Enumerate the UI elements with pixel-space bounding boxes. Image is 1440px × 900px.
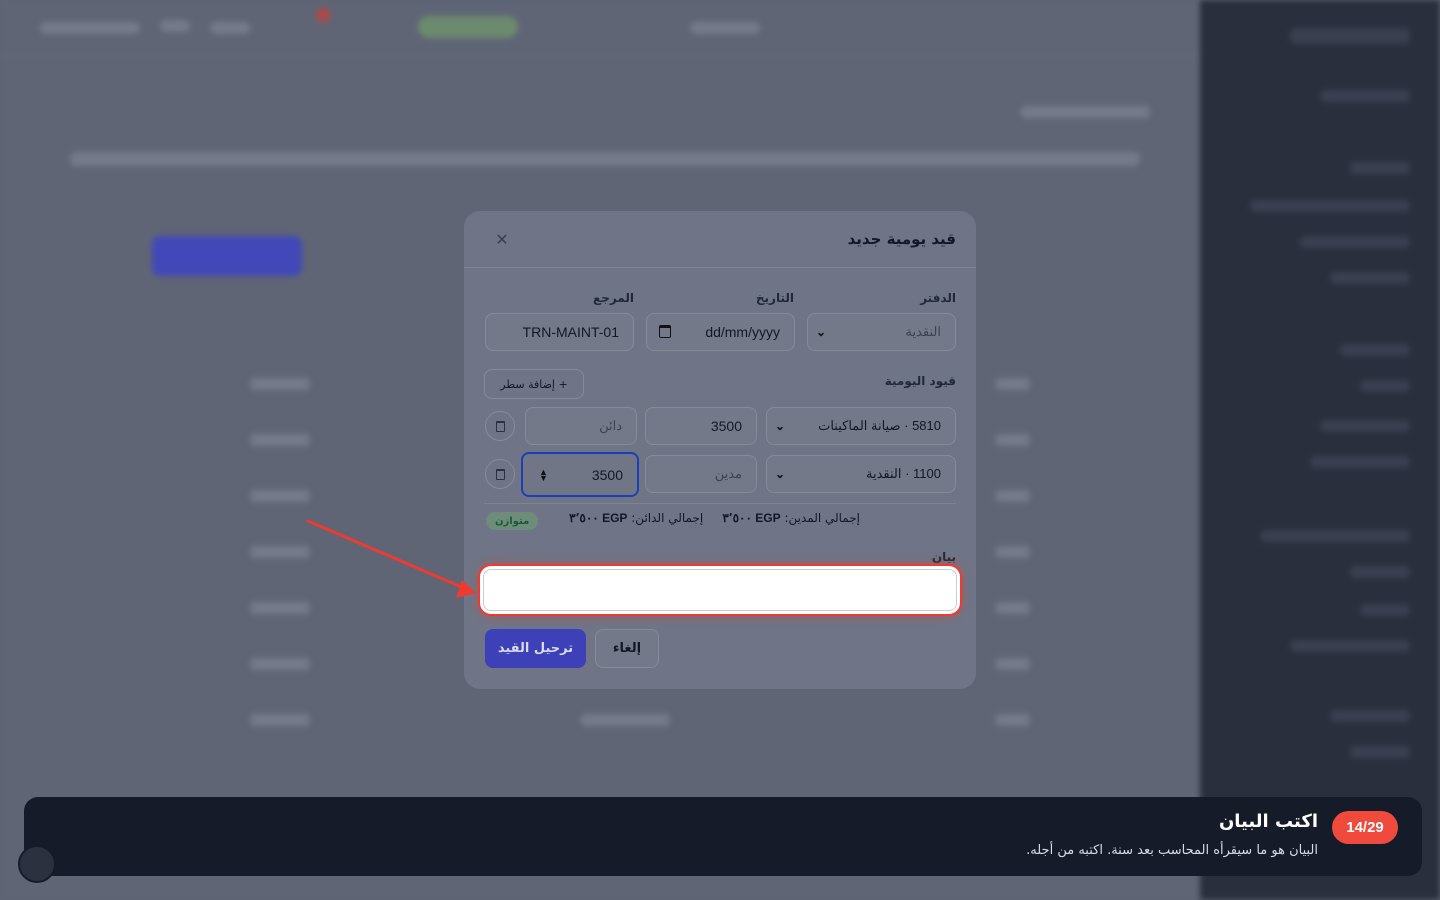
credit-input-placeholder: دائن xyxy=(599,418,622,433)
background-row xyxy=(250,658,310,670)
modal-header: قيد يومية جديد ✕ xyxy=(464,211,976,268)
credit-input-value: 3500 xyxy=(591,466,623,483)
chevron-down-icon: ⌄ xyxy=(775,419,786,433)
background-row xyxy=(580,714,670,726)
date-input[interactable]: dd/mm/yyyy xyxy=(646,313,795,351)
background-row xyxy=(995,714,1030,726)
tour-description: البيان هو ما سيقرأه المحاسب بعد سنة. اكت… xyxy=(1026,843,1318,858)
journal-select-value: النقدية xyxy=(905,324,941,339)
tour-bar: 14/29 اكتب البيان البيان هو ما سيقرأه ال… xyxy=(18,797,1422,883)
background-row xyxy=(995,490,1030,502)
reference-label: المرجع xyxy=(593,291,634,305)
background-sidebar-item xyxy=(1320,90,1410,102)
background-row xyxy=(995,658,1030,670)
modal-title: قيد يومية جديد xyxy=(847,230,956,248)
background-notification-dot xyxy=(316,8,330,22)
background-sidebar-item xyxy=(1350,566,1410,578)
date-label: التاريخ xyxy=(755,291,794,305)
account-select[interactable]: 5810 · صيانة الماكينات ⌄ xyxy=(766,407,956,445)
account-select[interactable]: 1100 · النقدية ⌄ xyxy=(766,455,956,493)
background-sidebar-item xyxy=(1330,272,1410,284)
post-entry-button[interactable]: ترحيل القيد xyxy=(485,629,586,668)
balanced-badge: متوازن xyxy=(486,512,539,530)
debit-input-placeholder: مدين xyxy=(714,466,742,481)
background-row xyxy=(250,714,310,726)
debit-input[interactable]: 3500 xyxy=(645,407,757,445)
background-sidebar-item xyxy=(1340,344,1410,356)
credit-input[interactable]: 3500 ▲ ▼ xyxy=(521,452,639,497)
cancel-button[interactable]: إلغاء xyxy=(595,629,659,668)
reference-input-value: TRN-MAINT-01 xyxy=(522,324,619,340)
background-sidebar-item xyxy=(1250,200,1410,212)
background-row xyxy=(995,602,1030,614)
background-sidebar-item xyxy=(1350,746,1410,758)
background-sidebar-item xyxy=(1330,710,1410,722)
chevron-down-icon: ⌄ xyxy=(775,467,786,481)
credit-input[interactable]: دائن xyxy=(525,407,637,445)
divider xyxy=(484,503,956,504)
background-sidebar-item xyxy=(1260,530,1410,542)
account-select-value: 5810 · صيانة الماكينات xyxy=(818,418,941,433)
close-icon[interactable]: ✕ xyxy=(492,230,512,249)
debit-input-value: 3500 xyxy=(710,418,742,434)
background-sidebar xyxy=(1200,0,1440,900)
total-credit-value: EGP ٣٬٥٠٠ xyxy=(569,511,628,525)
journal-select[interactable]: النقدية ⌄ xyxy=(807,313,956,351)
background-sidebar-item xyxy=(1350,162,1410,174)
journal-entry-modal: قيد يومية جديد ✕ الدفتر التاريخ المرجع ا… xyxy=(464,211,976,689)
journal-label: الدفتر xyxy=(920,291,956,305)
background-row xyxy=(995,434,1030,446)
trash-icon xyxy=(495,420,505,432)
account-select-value: 1100 · النقدية xyxy=(865,466,941,481)
background-pill xyxy=(40,22,140,34)
background-sidebar-item xyxy=(1360,380,1410,392)
background-tabs xyxy=(70,152,1140,166)
background-sidebar-logo xyxy=(1290,28,1410,44)
background-primary-button xyxy=(152,236,302,276)
date-input-value: dd/mm/yyyy xyxy=(705,324,780,340)
background-row xyxy=(250,546,310,558)
tour-title: اكتب البيان xyxy=(1218,811,1318,832)
journal-lines-label: قيود اليومية xyxy=(884,374,956,388)
background-sidebar-item xyxy=(1310,456,1410,468)
background-pill xyxy=(1020,106,1150,118)
memo-label: بيان xyxy=(931,550,956,564)
background-pill xyxy=(210,22,250,34)
debit-input[interactable]: مدين xyxy=(645,455,757,493)
delete-line-button[interactable] xyxy=(485,459,515,489)
trash-icon xyxy=(495,468,505,480)
total-credit-label: إجمالي الدائن: xyxy=(631,511,704,525)
background-row xyxy=(250,602,310,614)
total-debit-label: إجمالي المدين: xyxy=(784,511,860,525)
background-sidebar-item xyxy=(1290,640,1410,652)
add-line-label: + إضافة سطر xyxy=(500,377,568,391)
calendar-icon[interactable] xyxy=(659,325,671,338)
background-sidebar-item xyxy=(1360,604,1410,616)
spinner-icon[interactable]: ▲ ▼ xyxy=(539,467,548,482)
help-button[interactable] xyxy=(18,845,56,883)
background-status-pill xyxy=(418,16,518,38)
background-row xyxy=(995,378,1030,390)
chevron-down-icon: ⌄ xyxy=(816,325,827,339)
background-row xyxy=(995,546,1030,558)
totals-summary: إجمالي المدين: EGP ٣٬٥٠٠ إجمالي الدائن: … xyxy=(569,511,860,525)
add-line-button[interactable]: + إضافة سطر xyxy=(484,369,584,399)
background-pill xyxy=(160,20,190,32)
background-sidebar-item xyxy=(1320,420,1410,432)
tour-step-badge: 14/29 xyxy=(1332,811,1398,844)
total-debit-value: EGP ٣٬٥٠٠ xyxy=(722,511,781,525)
background-row xyxy=(250,434,310,446)
background-row xyxy=(250,490,310,502)
reference-input[interactable]: TRN-MAINT-01 xyxy=(485,313,634,351)
background-pill xyxy=(690,22,760,34)
memo-input[interactable] xyxy=(483,569,957,611)
delete-line-button[interactable] xyxy=(485,411,515,441)
background-sidebar-item xyxy=(1300,236,1410,248)
background-row xyxy=(250,378,310,390)
